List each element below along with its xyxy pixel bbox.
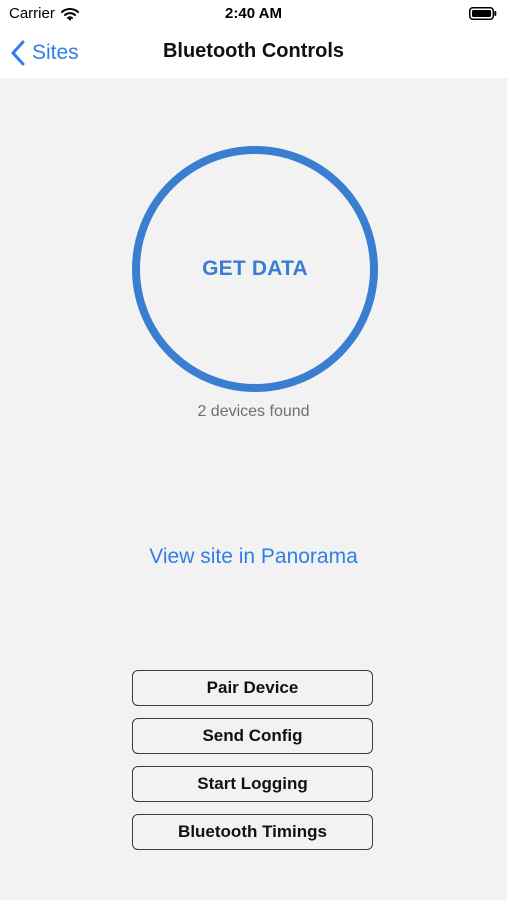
view-site-in-panorama-link[interactable]: View site in Panorama (0, 545, 507, 569)
get-data-label: GET DATA (202, 257, 308, 280)
status-bar: Carrier 2:40 AM (0, 0, 507, 28)
battery-icon (469, 7, 497, 20)
get-data-button[interactable]: GET DATA (132, 146, 378, 392)
devices-found-text: 2 devices found (197, 403, 310, 420)
pair-device-button[interactable]: Pair Device (132, 670, 373, 706)
navigation-bar: Sites Bluetooth Controls (0, 28, 507, 78)
status-time: 2:40 AM (225, 5, 282, 22)
page-title: Bluetooth Controls (162, 40, 345, 62)
send-config-button[interactable]: Send Config (132, 718, 373, 754)
start-logging-button[interactable]: Start Logging (132, 766, 373, 802)
bluetooth-timings-button[interactable]: Bluetooth Timings (132, 814, 373, 850)
